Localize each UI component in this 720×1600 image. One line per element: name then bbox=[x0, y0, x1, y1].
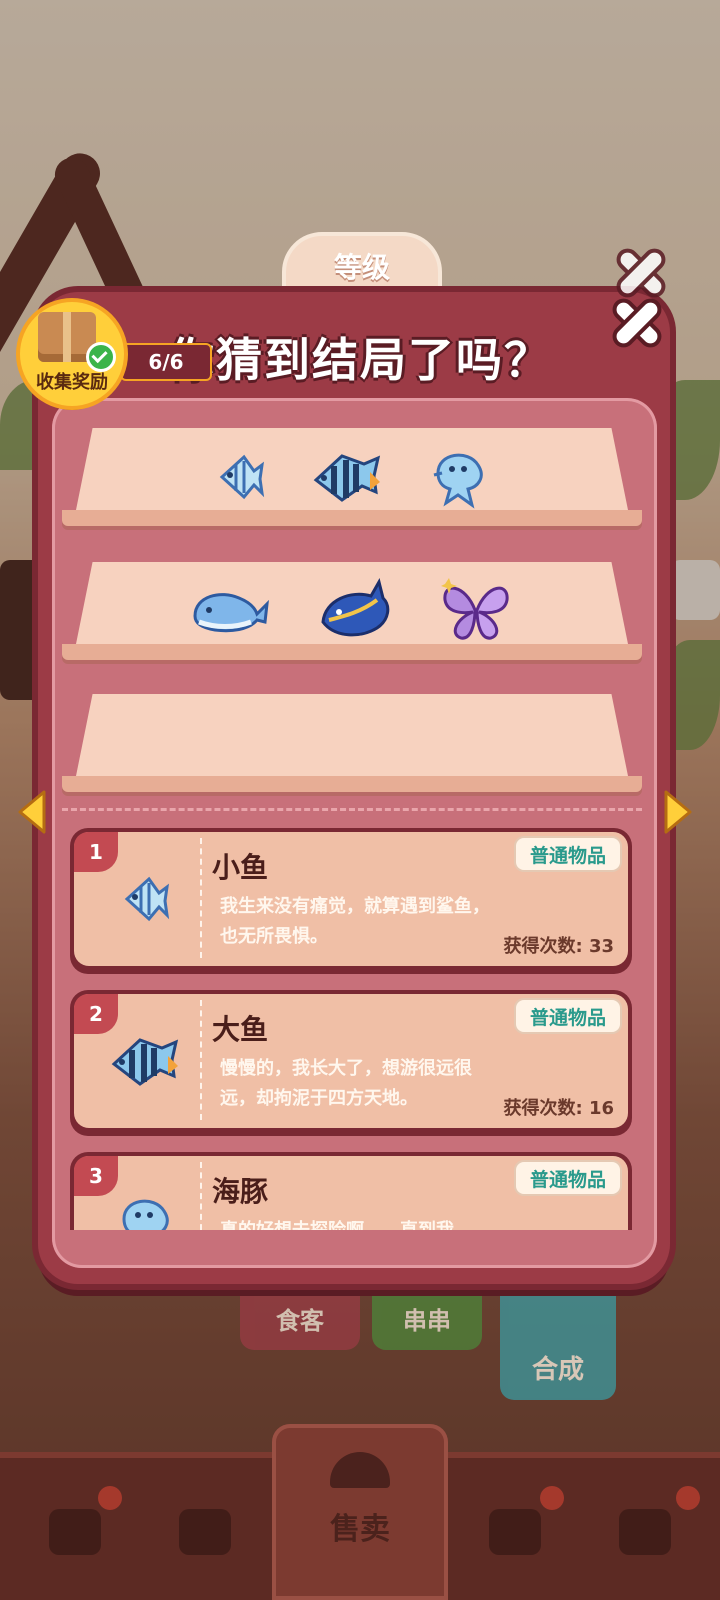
nav-bus[interactable] bbox=[600, 1492, 690, 1572]
dolphin-icon[interactable] bbox=[428, 443, 490, 509]
blue-whale-icon[interactable] bbox=[317, 576, 393, 644]
item-name: 海豚 bbox=[212, 1175, 269, 1208]
item-description: 慢慢的，我长大了，想游很远很远，却拘泥于四方天地。 bbox=[220, 1058, 472, 1109]
collect-reward-label: 收集奖励 bbox=[36, 372, 108, 393]
list-item[interactable]: 3 海豚 普通物品 真的好想去探险啊……直到我 bbox=[70, 1152, 632, 1230]
small-fish-icon[interactable] bbox=[214, 449, 266, 503]
nav-sell[interactable]: 售卖 bbox=[272, 1424, 448, 1600]
shelf-3 bbox=[62, 694, 642, 794]
item-rarity-tag: 普通物品 bbox=[516, 1162, 620, 1194]
chef-icon bbox=[489, 1509, 541, 1555]
bag-icon bbox=[49, 1509, 101, 1555]
tab-skewers: 串串 bbox=[372, 1280, 482, 1350]
item-rarity-tag: 普通物品 bbox=[516, 1000, 620, 1032]
dolphin-icon bbox=[102, 1184, 188, 1230]
collect-reward-button[interactable]: 收集奖励 bbox=[20, 302, 124, 406]
big-fish-icon[interactable] bbox=[312, 446, 382, 506]
butterfly-icon[interactable] bbox=[439, 574, 513, 646]
shelf-2 bbox=[62, 562, 642, 662]
tab-diners: 食客 bbox=[240, 1280, 360, 1350]
item-list[interactable]: 1 小鱼 普通物品 我生来没有痛觉，就算遇到鲨鱼，也无所畏惧。 获得次数: 33… bbox=[70, 828, 632, 1230]
item-name: 大鱼 bbox=[212, 1013, 269, 1046]
arrow-left-icon bbox=[18, 790, 46, 834]
list-item[interactable]: 1 小鱼 普通物品 我生来没有痛觉，就算遇到鲨鱼，也无所畏惧。 获得次数: 33 bbox=[70, 828, 632, 974]
decor-dot bbox=[98, 1486, 122, 1510]
item-obtain-count: 获得次数: 33 bbox=[503, 936, 614, 957]
section-divider bbox=[62, 808, 642, 811]
small-fish-icon bbox=[102, 860, 188, 936]
close-button[interactable] bbox=[608, 294, 666, 352]
list-item[interactable]: 2 大鱼 普通物品 慢慢的，我长大了，想游很远很远，却拘泥于四方天地。 获得次数… bbox=[70, 990, 632, 1136]
item-rarity-tag: 普通物品 bbox=[516, 838, 620, 870]
whale-icon[interactable] bbox=[191, 582, 271, 638]
close-icon-shadow bbox=[616, 248, 666, 298]
item-obtain-count: 获得次数: 16 bbox=[503, 1098, 614, 1119]
item-description: 真的好想去探险啊……直到我 bbox=[220, 1216, 500, 1230]
prev-page-button[interactable] bbox=[14, 788, 54, 836]
item-name: 小鱼 bbox=[212, 851, 269, 884]
nav-sell-label: 售卖 bbox=[330, 1512, 390, 1547]
modal-title: 你猜到结局了吗？ bbox=[168, 333, 552, 387]
exchange-arrows-icon bbox=[179, 1509, 231, 1555]
nav-exchange[interactable] bbox=[160, 1492, 250, 1572]
decor-dot bbox=[676, 1486, 700, 1510]
bus-icon bbox=[619, 1509, 671, 1555]
service-bell-icon bbox=[330, 1452, 390, 1488]
big-fish-icon bbox=[102, 1022, 188, 1098]
arrow-right-icon bbox=[664, 790, 692, 834]
shelf-1 bbox=[62, 428, 642, 528]
next-page-button[interactable] bbox=[656, 788, 696, 836]
collect-progress: 6/6 bbox=[120, 343, 212, 381]
item-description: 我生来没有痛觉，就算遇到鲨鱼，也无所畏惧。 bbox=[220, 896, 490, 947]
decor-dot bbox=[540, 1486, 564, 1510]
tab-synthesize: 合成 bbox=[500, 1280, 616, 1400]
